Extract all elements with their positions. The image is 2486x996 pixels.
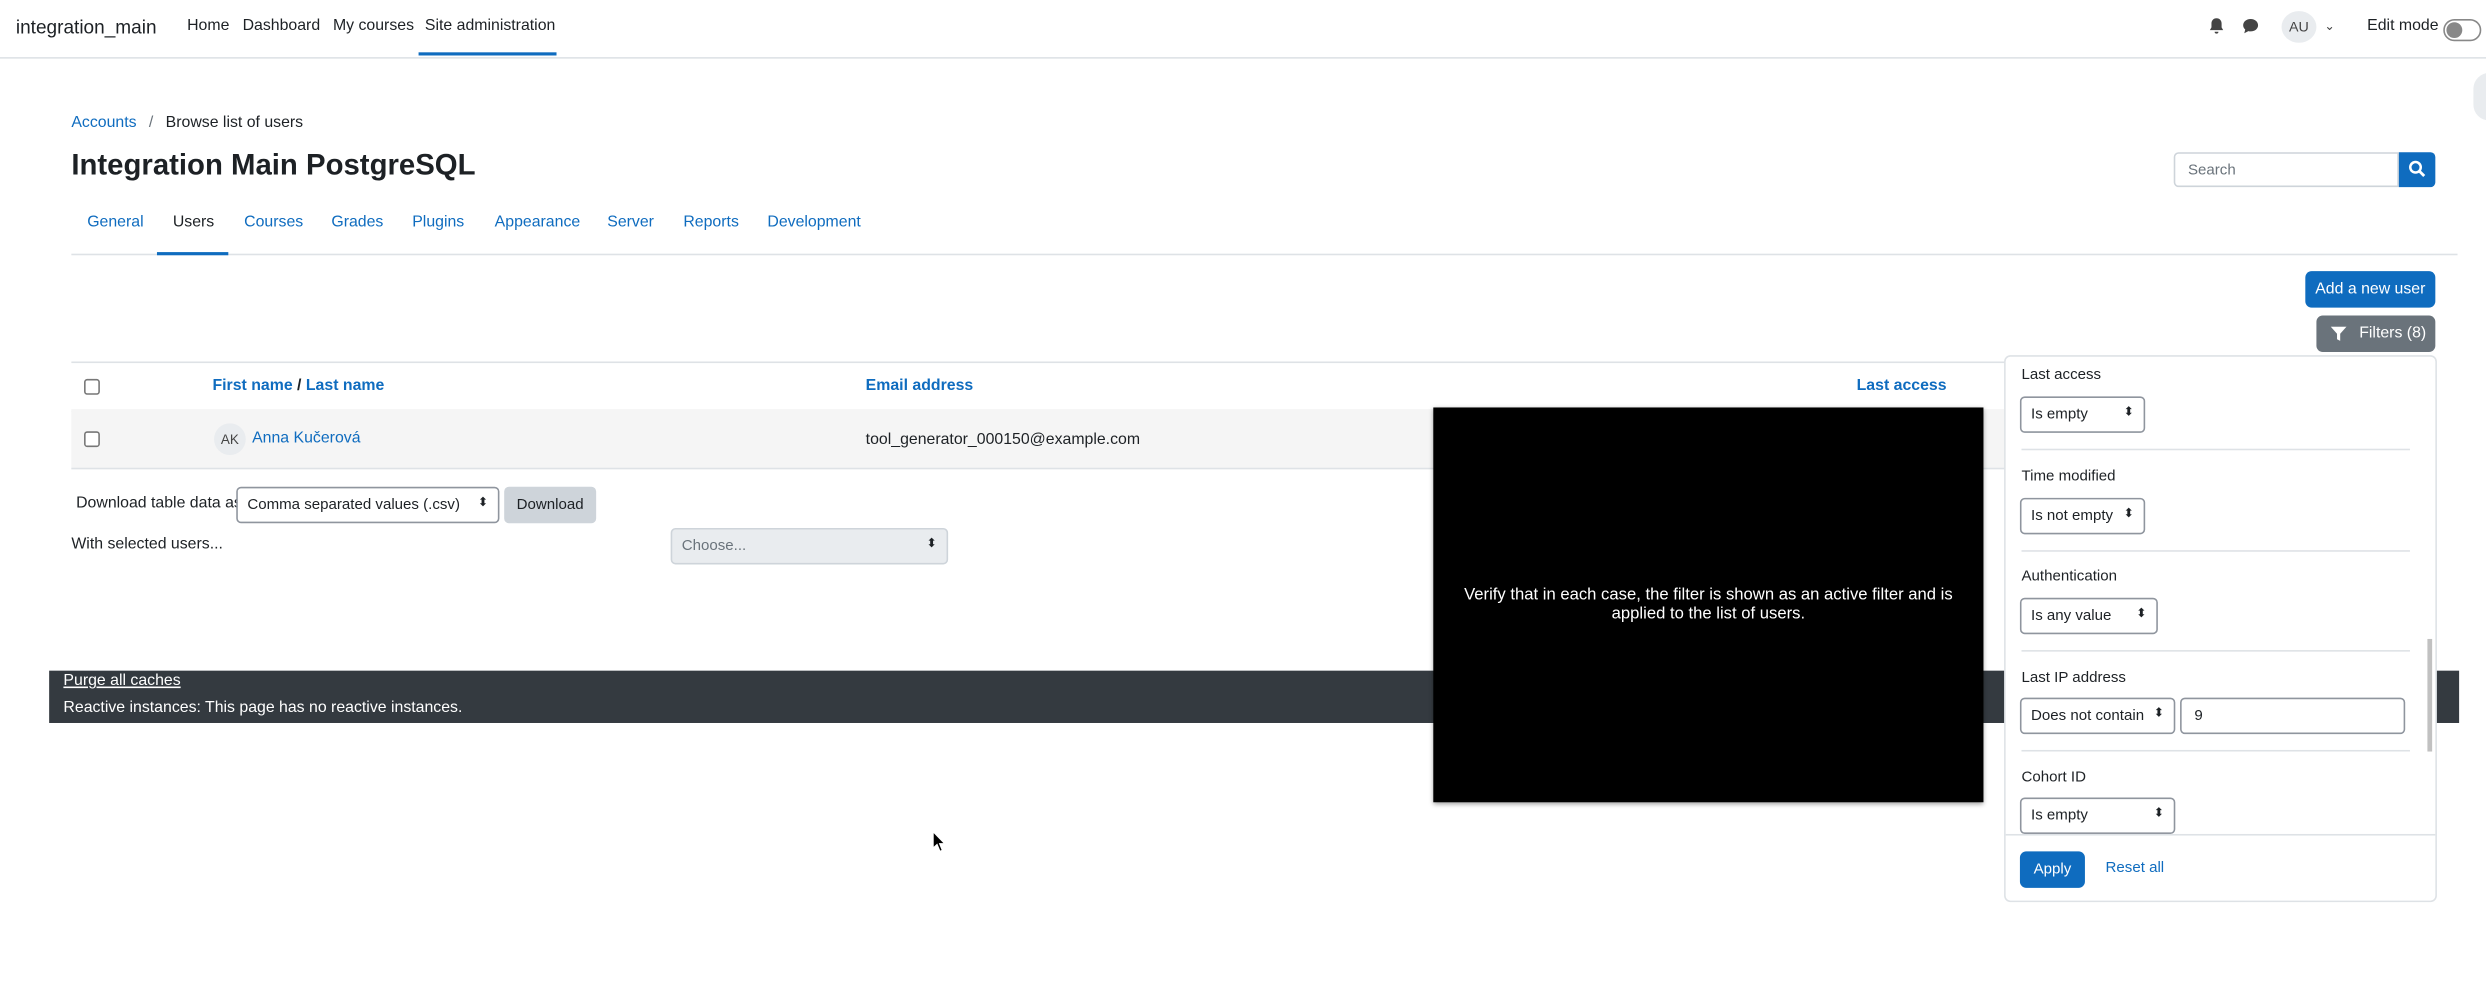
filters-button-label: Filters (8) [2359, 325, 2427, 343]
nav-my-courses[interactable]: My courses [333, 17, 414, 34]
bulk-action-select[interactable]: Choose... [670, 527, 949, 565]
search-icon [2409, 160, 2426, 177]
user-email: tool_generator_000150@example.com [865, 431, 1141, 449]
filters-scrollbar[interactable] [2427, 638, 2433, 752]
search-button[interactable] [2398, 152, 2436, 188]
select-all-checkbox[interactable] [84, 378, 100, 395]
top-navbar: integration_main Home Dashboard My cours… [0, 0, 2486, 59]
filter-operator-authentication[interactable]: Is any value [2019, 597, 2158, 635]
sort-first-name[interactable]: First name [212, 377, 292, 394]
tab-active-indicator [156, 252, 229, 256]
name-separator: / [297, 377, 302, 395]
site-brand[interactable]: integration_main [16, 16, 157, 38]
user-avatar[interactable]: AU [2281, 11, 2317, 43]
nav-home[interactable]: Home [187, 17, 229, 34]
instruction-overlay: Verify that in each case, the filter is … [1433, 407, 1984, 803]
add-new-user-button[interactable]: Add a new user [2305, 271, 2436, 308]
tab-users[interactable]: Users [173, 214, 214, 231]
download-label: Download table data as [76, 494, 242, 513]
filter-label-last-access: Last access [2021, 366, 2102, 384]
user-avatar-initials: AK [214, 423, 246, 456]
bell-icon[interactable] [2209, 17, 2225, 39]
tab-server[interactable]: Server [607, 214, 654, 231]
filter-operator-last-access[interactable]: Is empty [2019, 396, 2146, 433]
message-icon[interactable] [2242, 17, 2259, 39]
users-table-header: First name / Last name Email address Las… [71, 361, 2022, 413]
tab-development[interactable]: Development [767, 214, 860, 231]
filter-label-cohort-id: Cohort ID [2021, 768, 2086, 787]
search-input[interactable]: Search [2173, 152, 2399, 188]
filter-divider [2021, 749, 2410, 752]
bulk-action-label: With selected users... [71, 535, 223, 554]
nav-dashboard[interactable]: Dashboard [243, 17, 321, 34]
filter-label-last-ip: Last IP address [2021, 669, 2126, 687]
tab-plugins[interactable]: Plugins [412, 214, 464, 231]
tab-reports[interactable]: Reports [683, 214, 739, 231]
nav-active-indicator [418, 52, 557, 56]
edit-mode-toggle[interactable] [2443, 19, 2482, 42]
row-checkbox[interactable] [84, 431, 100, 448]
sort-last-name[interactable]: Last name [306, 377, 384, 394]
page-title: Integration Main PostgreSQL [71, 147, 476, 181]
tabs-divider [71, 253, 2458, 256]
filter-operator-last-ip[interactable]: Does not contain [2019, 697, 2176, 735]
name-column-header: First name / Last name [212, 377, 384, 394]
filter-value-last-ip[interactable]: 9 [2180, 697, 2406, 735]
drawer-toggle[interactable] [2473, 72, 2486, 121]
breadcrumb-separator: / [148, 114, 154, 132]
filters-panel: Last access Is empty Time modified Is no… [2004, 355, 2437, 903]
filter-divider [2021, 650, 2410, 652]
download-format-select[interactable]: Comma separated values (.csv) [236, 486, 500, 524]
breadcrumb-current: Browse list of users [165, 114, 304, 132]
filters-button[interactable]: Filters (8) [2316, 315, 2436, 352]
edit-mode-label: Edit mode [2367, 17, 2439, 35]
nav-site-administration[interactable]: Site administration [425, 17, 555, 34]
reset-filters-link[interactable]: Reset all [2106, 859, 2165, 876]
tab-courses[interactable]: Courses [244, 214, 303, 231]
filter-operator-cohort-id[interactable]: Is empty [2019, 797, 2176, 834]
filter-divider [2021, 550, 2410, 552]
filter-footer-divider [2005, 833, 2436, 836]
filter-divider [2021, 448, 2410, 451]
mouse-cursor-icon [932, 830, 947, 853]
filter-label-authentication: Authentication [2021, 567, 2117, 586]
purge-caches-link[interactable]: Purge all caches [63, 672, 180, 689]
user-name-link[interactable]: Anna Kučerová [252, 430, 360, 447]
filter-label-time-modified: Time modified [2021, 467, 2116, 486]
reactive-instances-text: Reactive instances: This page has no rea… [63, 699, 463, 717]
filter-icon [2330, 326, 2347, 341]
instruction-text: Verify that in each case, the filter is … [1464, 585, 1953, 624]
sort-email[interactable]: Email address [866, 377, 974, 394]
download-button[interactable]: Download [504, 486, 597, 524]
tab-grades[interactable]: Grades [331, 214, 383, 231]
breadcrumb: Accounts / Browse list of users [71, 114, 303, 131]
tab-general[interactable]: General [87, 214, 143, 231]
tab-appearance[interactable]: Appearance [495, 214, 581, 231]
breadcrumb-accounts[interactable]: Accounts [71, 114, 136, 131]
apply-filters-button[interactable]: Apply [2019, 851, 2085, 888]
sort-last-access[interactable]: Last access [1857, 377, 1947, 394]
chevron-down-icon[interactable]: ⌄ [2324, 19, 2335, 33]
filter-operator-time-modified[interactable]: Is not empty [2019, 497, 2146, 535]
